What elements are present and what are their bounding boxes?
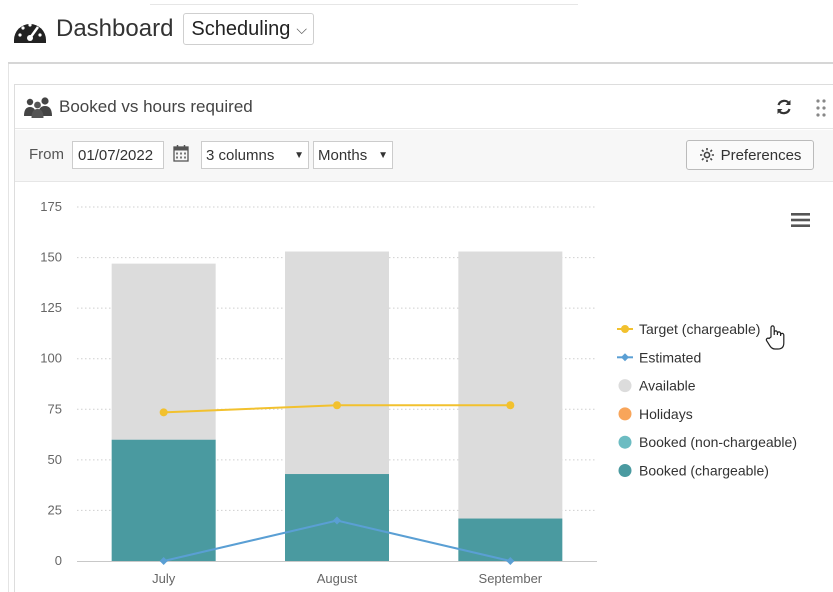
y-tick-label: 175 [40,199,62,214]
bar-segment [285,251,389,475]
hand-cursor-icon [765,325,785,350]
data-point [333,401,341,410]
x-tick-label: September [479,571,543,586]
legend-label: Booked (chargeable) [639,463,769,479]
legend-swatch [618,407,632,421]
bar-segment [458,518,563,561]
y-tick-label: 0 [55,553,62,568]
legend-swatch [618,379,632,393]
legend-label: Target (chargeable) [639,321,760,337]
legend-swatch [618,464,632,477]
y-tick-label: 125 [40,300,62,315]
y-tick-label: 100 [40,351,62,366]
y-tick-label: 150 [40,250,62,265]
legend-label: Holidays [639,406,693,422]
booked-vs-hours-chart: 0 25 50 75 100 125 150 175 July August September Ta… [40,199,797,586]
legend-label: Booked (non-chargeable) [639,434,797,450]
y-tick-label: 25 [48,502,62,517]
legend-label: Estimated [639,349,701,365]
x-tick-label: July [152,571,176,586]
legend-swatch [618,435,632,449]
x-tick-label: August [317,571,358,586]
y-tick-label: 75 [48,401,62,416]
y-tick-label: 50 [48,452,62,467]
chart-menu-icon[interactable] [791,213,810,227]
legend-marker [621,325,629,333]
legend-marker [621,353,629,362]
data-point [159,408,168,417]
bar-segment [111,439,216,561]
legend-label: Available [639,378,696,394]
data-point [506,401,515,410]
bar-segment [458,251,563,519]
